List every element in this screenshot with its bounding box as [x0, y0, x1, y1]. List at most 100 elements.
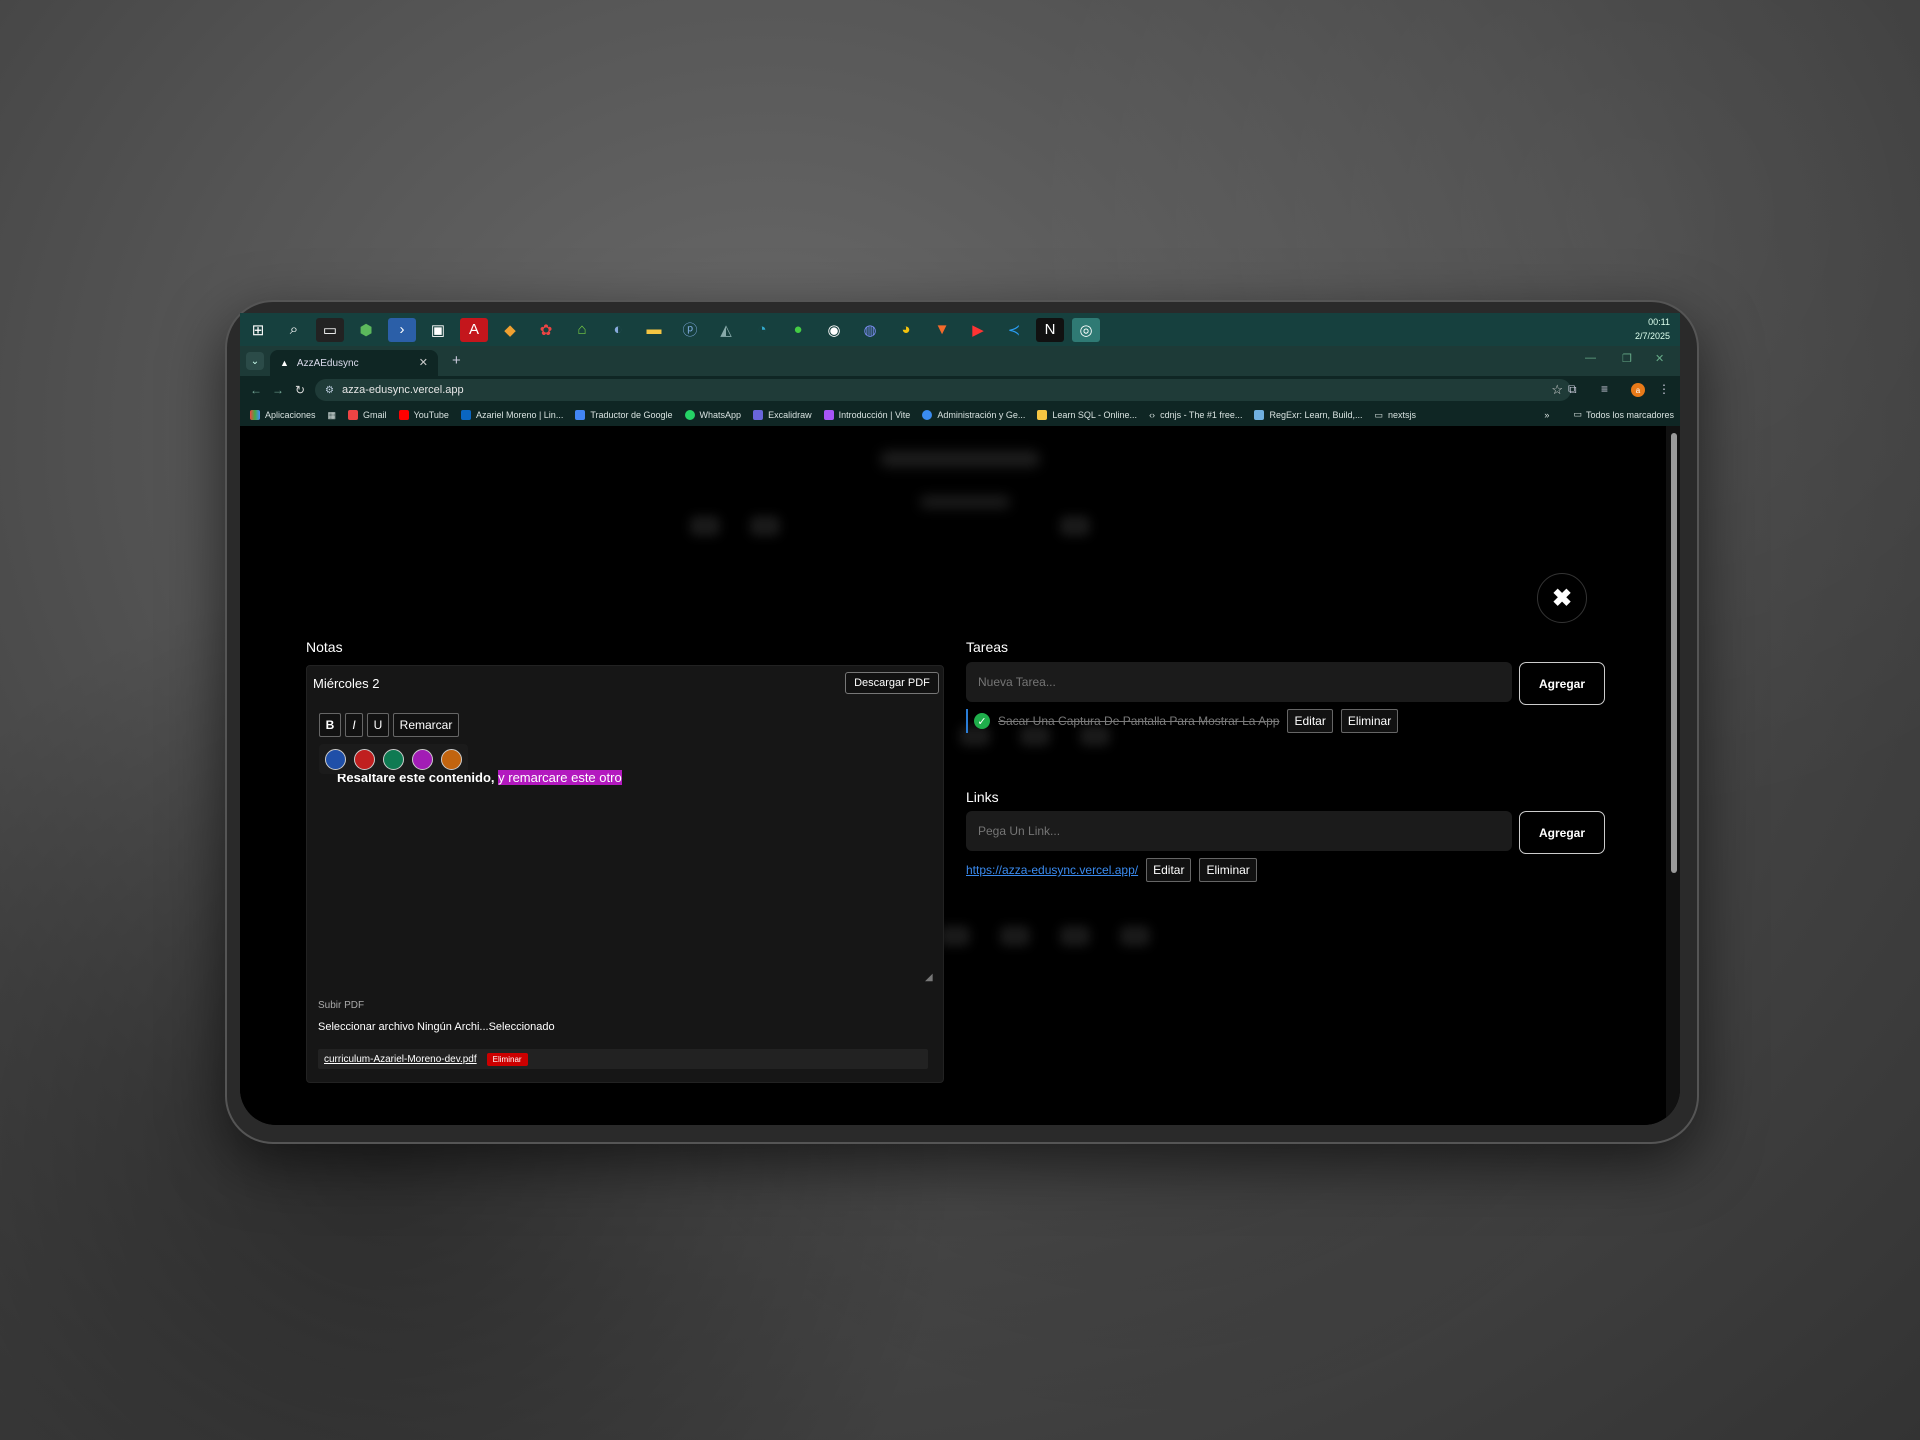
delete-task-button[interactable]: Eliminar [1340, 709, 1399, 733]
tab-title: AzzAEdusync [296, 357, 359, 369]
note-highlighted-text: y remarcare este otro [498, 770, 622, 785]
task-text: Sacar Una Captura De Pantalla Para Mostr… [998, 714, 1280, 728]
bookmark-folder-nextsjs[interactable]: ▭ nextsjs [1375, 410, 1417, 421]
dbeaver-icon[interactable]: ◭ [712, 318, 740, 342]
bookmark-gmail[interactable]: Gmail [348, 410, 387, 420]
minimize-icon[interactable]: — [1585, 352, 1596, 364]
bookmark-sql[interactable]: Learn SQL - Online... [1037, 410, 1137, 420]
regexr-icon [1254, 410, 1265, 420]
tab-search-chevron-icon[interactable]: ⌄ [246, 352, 264, 370]
resize-handle-icon[interactable]: ◢ [925, 972, 933, 983]
links-section-title: Links [966, 789, 999, 805]
close-modal-icon[interactable]: ✖ [1537, 573, 1587, 623]
youtube-music-icon[interactable]: ▶ [964, 318, 992, 342]
color-swatch-green[interactable] [383, 748, 404, 770]
delete-link-button[interactable]: Eliminar [1199, 858, 1257, 882]
color-swatch-red[interactable] [354, 748, 375, 770]
translate-icon [575, 410, 586, 420]
download-pdf-button[interactable]: Descargar PDF [845, 672, 939, 694]
powershell-icon[interactable]: › [388, 317, 416, 342]
vite-icon [823, 410, 834, 420]
edit-task-button[interactable]: Editar [1287, 709, 1333, 733]
edge-icon[interactable]: ◔ [748, 318, 776, 342]
site-info-icon[interactable]: ⚙ [325, 385, 334, 396]
copilot-icon[interactable]: ◐ [604, 318, 632, 342]
media-icon[interactable]: ≡ [1601, 382, 1608, 396]
node-icon[interactable]: ⬢ [352, 318, 380, 342]
forward-icon[interactable]: → [272, 383, 284, 397]
extensions-icon[interactable]: ⧉ [1568, 382, 1577, 397]
linkedin-icon [460, 410, 471, 420]
obs-icon[interactable]: ◎ [1072, 317, 1100, 342]
bookmark-whatsapp[interactable]: WhatsApp [684, 410, 741, 420]
file-explorer-icon[interactable]: ▬ [640, 318, 668, 342]
bookmark-excalidraw[interactable]: Excalidraw [753, 410, 812, 420]
profile-avatar[interactable]: a [1631, 383, 1645, 397]
terminal-icon[interactable]: ▭ [316, 317, 344, 342]
mongodb-icon[interactable]: ● [784, 318, 812, 342]
delete-file-button[interactable]: Eliminar [486, 1052, 528, 1066]
task-accent-bar [966, 709, 968, 733]
color-swatch-blue[interactable] [325, 748, 346, 770]
discord-icon[interactable]: ◍ [856, 318, 884, 342]
italic-button[interactable]: I [345, 713, 363, 737]
new-task-input[interactable] [966, 662, 1512, 702]
file-input[interactable]: Seleccionar archivo Ningún Archi...Selec… [318, 1021, 555, 1033]
add-task-button[interactable]: Agregar [1519, 662, 1605, 705]
new-tab-icon[interactable]: + [452, 352, 461, 369]
bookmark-apps[interactable]: Aplicaciones [250, 410, 316, 420]
grid-icon: ▦ [327, 409, 337, 420]
window-close-icon[interactable]: ✕ [1655, 352, 1664, 365]
monitor-icon[interactable]: ▣ [424, 318, 452, 342]
check-icon[interactable]: ✓ [974, 713, 990, 729]
bookmark-grid[interactable]: ▦ [328, 410, 337, 421]
todoist-icon[interactable]: ✿ [532, 318, 560, 342]
bookmark-translate[interactable]: Traductor de Google [575, 410, 673, 420]
blurred-background-item [690, 516, 720, 536]
menu-kebab-icon[interactable]: ⋮ [1658, 382, 1670, 396]
bookmark-regexr[interactable]: RegExr: Learn, Build,... [1254, 410, 1363, 420]
admin-icon [922, 410, 933, 420]
underline-button[interactable]: U [367, 713, 389, 737]
bookmark-youtube[interactable]: YouTube [398, 410, 449, 420]
color-swatch-purple[interactable] [412, 748, 433, 770]
highlight-button[interactable]: Remarcar [393, 713, 459, 737]
attached-file-link[interactable]: curriculum-Azariel-Moreno-dev.pdf [324, 1054, 477, 1065]
address-bar[interactable]: ⚙ azza-edusync.vercel.app ☆ [315, 379, 1571, 401]
bookmark-admin[interactable]: Administración y Ge... [922, 410, 1025, 420]
blurred-background-item [940, 926, 970, 946]
back-icon[interactable]: ← [250, 383, 262, 397]
bookmark-vite[interactable]: Introducción | Vite [823, 410, 910, 420]
add-link-button[interactable]: Agregar [1519, 811, 1605, 854]
bookmark-cdnjs[interactable]: ‹› cdnjs - The #1 free... [1149, 410, 1242, 420]
postgres-icon[interactable]: ⓟ [676, 318, 704, 342]
youtube-icon [398, 410, 409, 420]
browser-tab[interactable]: ▲ AzzAEdusync ✕ [270, 350, 438, 376]
bold-button[interactable]: B [319, 713, 341, 737]
brave-icon[interactable]: ▼ [928, 318, 956, 342]
tab-close-icon[interactable]: ✕ [419, 356, 428, 369]
chrome-icon[interactable]: ◕ [892, 318, 920, 342]
link-input[interactable] [966, 811, 1512, 851]
android-studio-icon[interactable]: ⌂ [568, 318, 596, 342]
note-title: Miércoles 2 [313, 676, 380, 691]
windows-start-icon[interactable]: ⊞ [244, 318, 272, 342]
bookmarks-overflow-icon[interactable]: » [1544, 410, 1549, 420]
note-card: Miércoles 2 Descargar PDF B I U Remarcar… [306, 665, 944, 1083]
color-swatch-orange[interactable] [441, 748, 462, 770]
all-bookmarks[interactable]: Todos los marcadores [1586, 410, 1674, 420]
edit-link-button[interactable]: Editar [1146, 858, 1192, 882]
github-icon[interactable]: ◉ [820, 318, 848, 342]
git-icon[interactable]: ◆ [496, 318, 524, 342]
bookmark-star-icon[interactable]: ☆ [1551, 382, 1563, 398]
scrollbar-thumb[interactable] [1671, 433, 1677, 873]
link-url[interactable]: https://azza-edusync.vercel.app/ [966, 863, 1138, 877]
search-icon[interactable]: ⌕ [280, 318, 308, 342]
blurred-background-item [1000, 926, 1030, 946]
bookmark-linkedin[interactable]: Azariel Moreno | Lin... [460, 410, 563, 420]
notion-icon[interactable]: N [1036, 317, 1064, 342]
vscode-icon[interactable]: ≺ [1000, 318, 1028, 342]
reload-icon[interactable]: ↻ [295, 383, 305, 397]
acrobat-icon[interactable]: A [460, 317, 488, 342]
restore-icon[interactable]: ❐ [1622, 352, 1632, 365]
